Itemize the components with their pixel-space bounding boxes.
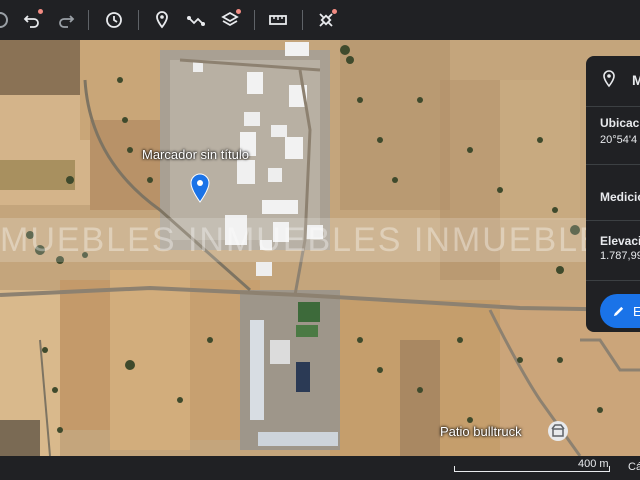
- marker-label[interactable]: Marcador sin título: [142, 147, 249, 162]
- path-button[interactable]: [182, 6, 210, 34]
- measure-label[interactable]: Medicio: [600, 190, 640, 204]
- camera-info: Cá: [628, 461, 640, 473]
- toolbar-divider: [88, 10, 89, 30]
- edit-button-label: E: [633, 303, 640, 319]
- badge-dot: [332, 9, 337, 14]
- placemark-icon: [156, 11, 168, 29]
- business-icon: [551, 424, 565, 437]
- poi-label[interactable]: Patio bulltruck: [440, 424, 522, 439]
- satellite-button[interactable]: [312, 6, 340, 34]
- redo-icon: [59, 15, 75, 28]
- panel-divider: [586, 106, 640, 107]
- toolbar: [0, 0, 640, 40]
- panel-divider: [586, 164, 640, 165]
- location-pin-icon: [603, 70, 615, 88]
- status-bar: 400 m Cá: [0, 456, 640, 480]
- history-icon: [106, 12, 122, 28]
- toolbar-divider: [302, 10, 303, 30]
- ruler-button[interactable]: [264, 6, 292, 34]
- location-value: 20°54'4: [600, 134, 638, 146]
- scale-label: 400 m: [578, 458, 609, 470]
- menu-icon[interactable]: [0, 6, 14, 34]
- placemark-details-panel: M Ubicaci 20°54'4 Medicio Elevaci 1.787,…: [586, 56, 640, 332]
- ruler-icon: [269, 15, 287, 25]
- path-icon: [187, 16, 205, 26]
- location-label: Ubicaci: [600, 116, 640, 130]
- edit-button[interactable]: E: [600, 294, 640, 328]
- panel-title: M: [632, 72, 640, 88]
- toolbar-divider: [254, 10, 255, 30]
- pencil-icon: [613, 306, 624, 316]
- elevation-value: 1.787,99: [600, 250, 640, 262]
- placemark-marker[interactable]: [189, 173, 211, 203]
- redo-button[interactable]: [52, 6, 80, 34]
- watermark: MUEBLES INMUEBLES INMUEBLES INMUEBLES IN…: [0, 218, 640, 262]
- badge-dot: [38, 9, 43, 14]
- elevation-label: Elevaci: [600, 234, 640, 248]
- layers-button[interactable]: [216, 6, 244, 34]
- undo-button[interactable]: [18, 6, 46, 34]
- poi-business-marker[interactable]: [548, 421, 568, 441]
- map-pin-icon: [190, 173, 210, 203]
- badge-dot: [236, 9, 241, 14]
- toolbar-divider: [138, 10, 139, 30]
- history-button[interactable]: [100, 6, 128, 34]
- panel-divider: [586, 280, 640, 281]
- satellite-map[interactable]: MUEBLES INMUEBLES INMUEBLES INMUEBLES IN…: [0, 40, 640, 456]
- panel-divider: [586, 220, 640, 221]
- placemark-button[interactable]: [148, 6, 176, 34]
